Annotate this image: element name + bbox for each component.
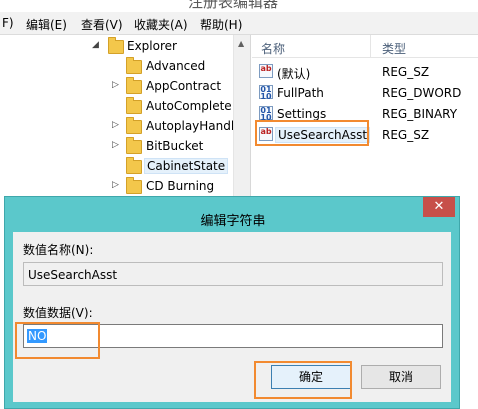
tree-item-autoplayhandlers[interactable]: ▷ AutoplayHandl — [0, 117, 235, 137]
column-header-type[interactable]: 类型 — [382, 40, 406, 57]
tree-item-label: CD Burning — [146, 179, 215, 193]
folder-icon — [126, 177, 142, 194]
value-type: REG_SZ — [382, 128, 430, 142]
tree-item-cabinetstate[interactable]: CabinetState — [0, 157, 232, 177]
expand-arrow-icon[interactable]: ▷ — [112, 140, 119, 150]
tree-item-advanced[interactable]: Advanced — [0, 57, 232, 77]
string-value-icon: ab — [259, 64, 273, 78]
tree-item-explorer[interactable]: ◢ Explorer — [0, 37, 232, 57]
value-name: Settings — [277, 107, 327, 121]
tree-item-appcontract[interactable]: ▷ AppContract — [0, 77, 232, 97]
expand-arrow-icon[interactable]: ▷ — [112, 180, 119, 190]
value-row-usesearchasst[interactable]: ab UseSearchAsst REG_SZ — [252, 125, 478, 145]
scroll-up-arrow-icon[interactable]: ▲ — [238, 39, 244, 48]
value-row-fullpath[interactable]: 01 10 FullPath REG_DWORD — [252, 83, 478, 103]
value-row-default[interactable]: ab (默认) REG_SZ — [252, 62, 478, 82]
value-type: REG_SZ — [382, 65, 430, 79]
value-name-field: UseSearchAsst — [23, 262, 443, 286]
window-title: 注册表编辑器 — [188, 0, 279, 11]
value-name: FullPath — [277, 86, 324, 100]
menu-help[interactable]: 帮助(H) — [200, 16, 242, 33]
tree-item-label: BitBucket — [146, 139, 204, 153]
binary-value-icon: 01 10 — [259, 106, 273, 122]
value-type: REG_BINARY — [382, 107, 458, 121]
value-name: UseSearchAsst — [275, 127, 371, 143]
tree-item-autocomplete[interactable]: AutoComplete — [0, 97, 232, 117]
value-data-input[interactable]: NO — [23, 324, 443, 348]
value-data-text: NO — [27, 329, 48, 343]
expand-arrow-icon[interactable]: ▷ — [112, 80, 119, 90]
column-header-name[interactable]: 名称 — [261, 40, 285, 57]
folder-icon — [126, 77, 142, 94]
binary-value-icon: 01 10 — [259, 85, 273, 101]
menu-favorites[interactable]: 收藏夹(A) — [134, 16, 188, 33]
tree-item-label: AutoplayHandl — [146, 119, 235, 133]
tree-item-label: CabinetState — [144, 158, 229, 174]
dialog-title: 编辑字符串 — [200, 214, 266, 229]
dialog-body: 数值名称(N): UseSearchAsst 数值数据(V): NO 确定 取消 — [13, 232, 451, 402]
menu-view[interactable]: 查看(V) — [81, 16, 123, 33]
value-data-label: 数值数据(V): — [23, 306, 93, 320]
edit-string-dialog: 编辑字符串 ✕ 数值名称(N): UseSearchAsst 数值数据(V): … — [4, 196, 460, 409]
cancel-button[interactable]: 取消 — [361, 365, 441, 389]
tree-item-bitbucket[interactable]: ▷ BitBucket — [0, 137, 232, 157]
value-name: (默认) — [277, 67, 311, 81]
menu-bar: F) 编辑(E) 查看(V) 收藏夹(A) 帮助(H) — [0, 12, 478, 35]
tree-item-cd-burning[interactable]: ▷ CD Burning — [0, 177, 232, 197]
column-divider[interactable] — [370, 35, 371, 57]
ok-button[interactable]: 确定 — [271, 365, 351, 389]
folder-icon — [126, 137, 142, 154]
tree-item-label: AutoComplete — [146, 99, 232, 113]
value-row-settings[interactable]: 01 10 Settings REG_BINARY — [252, 104, 478, 124]
tree-item-label: AppContract — [146, 79, 222, 93]
folder-icon — [126, 97, 142, 114]
tree-item-label: Explorer — [127, 39, 177, 53]
close-button[interactable]: ✕ — [423, 197, 455, 217]
values-header: 名称 类型 — [252, 35, 478, 58]
window-title-bar: 注册表编辑器 — [0, 0, 478, 12]
menu-edit[interactable]: 编辑(E) — [26, 16, 67, 33]
value-name-label: 数值名称(N): — [23, 243, 94, 257]
expand-arrow-icon[interactable]: ▷ — [112, 120, 119, 130]
values-list: 名称 类型 ab (默认) REG_SZ 01 10 FullPath REG_D… — [252, 35, 478, 195]
folder-icon — [126, 117, 142, 134]
collapse-arrow-icon[interactable]: ◢ — [92, 40, 99, 50]
string-value-icon: ab — [259, 127, 273, 141]
menu-file[interactable]: F) — [2, 16, 14, 30]
folder-icon — [126, 57, 142, 74]
tree-item-label: Advanced — [146, 59, 206, 73]
folder-open-icon — [108, 37, 124, 54]
folder-icon — [126, 157, 142, 174]
value-type: REG_DWORD — [382, 86, 462, 100]
